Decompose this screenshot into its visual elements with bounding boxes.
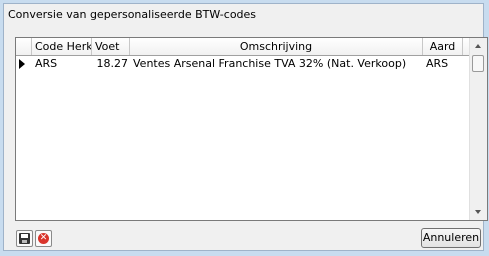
bottom-toolbar: ✕ Annuleren [15, 226, 485, 252]
col-header-omschrijving[interactable]: Omschrijving [130, 38, 423, 55]
row-indicator-icon [19, 59, 25, 69]
col-header-code-herk[interactable]: Code Herk. [32, 38, 92, 55]
save-icon [19, 233, 30, 244]
col-header-aard[interactable]: Aard [423, 38, 463, 55]
title-bar: Conversie van gepersonaliseerde BTW-code… [4, 4, 483, 24]
header-indicator-cell [16, 38, 32, 55]
cell-voet[interactable]: 18.27 [92, 56, 129, 72]
cancel-icon: ✕ [38, 233, 49, 244]
dialog-window: Conversie van gepersonaliseerde BTW-code… [3, 3, 488, 252]
delete-button[interactable]: ✕ [35, 230, 52, 247]
save-button[interactable] [16, 230, 33, 247]
cell-aard[interactable]: ARS [426, 56, 462, 72]
vertical-scrollbar[interactable] [469, 38, 487, 220]
grid-header: Code Herk. Voet Omschrijving Aard [16, 38, 470, 56]
scroll-up-icon[interactable] [475, 44, 481, 48]
cell-omschrijving[interactable]: Ventes Arsenal Franchise TVA 32% (Nat. V… [133, 56, 423, 72]
cell-code-herk[interactable]: ARS [35, 56, 91, 72]
table-row[interactable]: ARS 18.27 Ventes Arsenal Franchise TVA 3… [16, 56, 470, 72]
window-title: Conversie van gepersonaliseerde BTW-code… [8, 8, 257, 21]
scroll-thumb[interactable] [472, 55, 484, 72]
btw-codes-grid[interactable]: Code Herk. Voet Omschrijving Aard ARS 18… [15, 37, 488, 221]
scroll-down-icon[interactable] [475, 210, 481, 214]
annuleren-button[interactable]: Annuleren [421, 228, 481, 248]
col-header-voet[interactable]: Voet [92, 38, 130, 55]
